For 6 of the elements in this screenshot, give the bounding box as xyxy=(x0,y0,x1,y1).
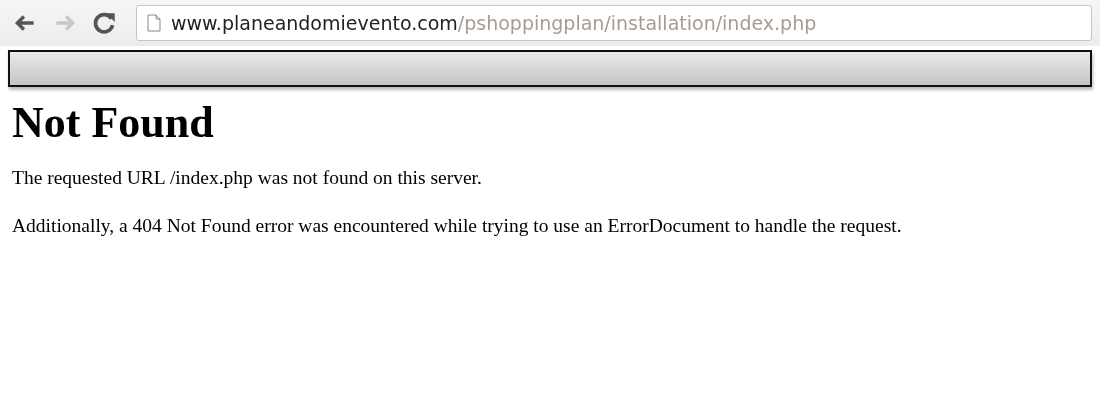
page-heading: Not Found xyxy=(12,99,215,148)
page-icon xyxy=(147,14,161,32)
reload-icon[interactable] xyxy=(92,10,118,36)
address-bar[interactable]: www.planeandomievento.com/pshoppingplan/installation/index.php xyxy=(136,5,1092,41)
error-message: The requested URL /index.php was not found on this server. xyxy=(12,167,483,190)
error-message: Additionally, a 404 Not Found error was encountered while trying to use an ErrorDocument to handle the request. xyxy=(12,215,903,238)
